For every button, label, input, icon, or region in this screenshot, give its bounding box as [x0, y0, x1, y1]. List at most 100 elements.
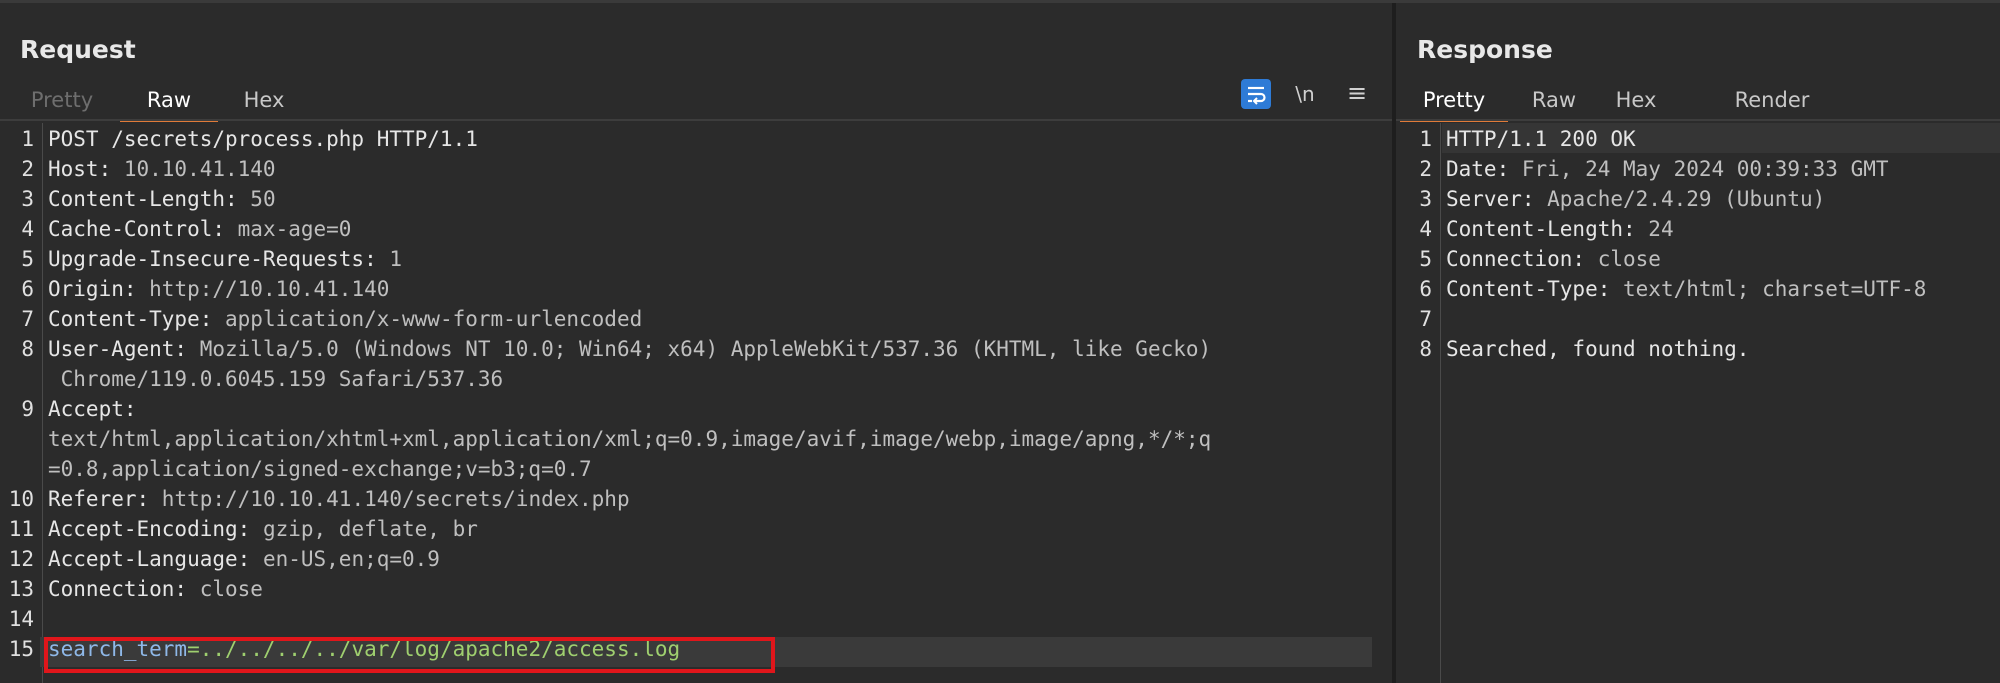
code-line: 12 Accept-Language: en-US,en;q=0.9 [0, 544, 1392, 574]
header-name: User-Agent: [48, 337, 188, 361]
tab-render[interactable]: Render [1730, 81, 1814, 119]
header-name: Connection: [1446, 247, 1586, 271]
response-title: Response [1417, 35, 1553, 64]
header-name: HTTP/1.1 200 OK [1446, 127, 1636, 151]
tab-hex[interactable]: Hex [234, 81, 294, 119]
line-number: 2 [21, 157, 34, 181]
header-value: close [1585, 247, 1661, 271]
line-number: 6 [21, 277, 34, 301]
header-name: Searched, found nothing. [1446, 337, 1750, 361]
request-title: Request [20, 35, 136, 64]
line-content: HTTP/1.1 200 OK [1446, 124, 1636, 154]
code-line: 6 Content-Type: text/html; charset=UTF-8 [1396, 274, 2000, 304]
line-number: 7 [1419, 307, 1432, 331]
code-line: 1 POST /secrets/process.php HTTP/1.1 [0, 124, 1392, 154]
tab-pretty[interactable]: Pretty [1400, 81, 1508, 122]
code-line: 4 Content-Length: 24 [1396, 214, 2000, 244]
line-number: 9 [21, 397, 34, 421]
code-line: 2 Date: Fri, 24 May 2024 00:39:33 GMT [1396, 154, 2000, 184]
code-line: 6 Origin: http://10.10.41.140 [0, 274, 1392, 304]
header-value: close [187, 577, 263, 601]
line-number: 11 [8, 517, 34, 541]
line-number: 15 [8, 637, 34, 661]
header-value: 1 [376, 247, 403, 271]
hamburger-menu-icon[interactable]: ≡ [1342, 79, 1372, 109]
header-value: application/x-www-form-urlencoded [212, 307, 643, 331]
line-content: Server: Apache/2.4.29 (Ubuntu) [1446, 184, 1825, 214]
code-line: 2 Host: 10.10.41.140 [0, 154, 1392, 184]
header-value: =0.8,application/signed-exchange;v=b3;q=… [48, 457, 592, 481]
header-value: Chrome/119.0.6045.159 Safari/537.36 [48, 367, 504, 391]
header-value: Apache/2.4.29 (Ubuntu) [1534, 187, 1826, 211]
line-number: 3 [21, 187, 34, 211]
line-content: =0.8,application/signed-exchange;v=b3;q=… [48, 454, 592, 484]
request-editor[interactable]: 1 POST /secrets/process.php HTTP/1.1 2 Host… [0, 123, 1392, 683]
code-line: 4 Cache-Control: max-age=0 [0, 214, 1392, 244]
header-name: Cache-Control: [48, 217, 226, 241]
code-line: 1 HTTP/1.1 200 OK [1396, 124, 2000, 154]
line-content: Accept-Encoding: gzip, deflate, br [48, 514, 478, 544]
code-line: 8 User-Agent: Mozilla/5.0 (Windows NT 10.… [0, 334, 1392, 364]
code-line: 3 Content-Length: 50 [0, 184, 1392, 214]
header-name: Origin: [48, 277, 137, 301]
request-tab-divider [0, 119, 1392, 121]
response-tab-divider [1396, 119, 2000, 121]
line-content: Content-Length: 50 [48, 184, 276, 214]
code-line: =0.8,application/signed-exchange;v=b3;q=… [0, 454, 1392, 484]
line-number: 6 [1419, 277, 1432, 301]
header-value: max-age=0 [225, 217, 352, 241]
tab-raw[interactable]: Raw [120, 81, 218, 122]
code-line: 10 Referer: http://10.10.41.140/secrets/i… [0, 484, 1392, 514]
line-number: 5 [21, 247, 34, 271]
tab-raw[interactable]: Raw [1524, 81, 1584, 119]
code-line: 7 Content-Type: application/x-www-form-ur… [0, 304, 1392, 334]
tab-pretty[interactable]: Pretty [20, 81, 104, 119]
line-content: Cache-Control: max-age=0 [48, 214, 351, 244]
line-content: Host: 10.10.41.140 [48, 154, 276, 184]
line-content: Content-Type: text/html; charset=UTF-8 [1446, 274, 1926, 304]
line-number: 5 [1419, 247, 1432, 271]
line-number: 4 [1419, 217, 1432, 241]
header-value: 24 [1635, 217, 1674, 241]
line-number: 7 [21, 307, 34, 331]
wrap-lines-icon[interactable] [1241, 79, 1271, 109]
line-content: Date: Fri, 24 May 2024 00:39:33 GMT [1446, 154, 1889, 184]
code-line: 11 Accept-Encoding: gzip, deflate, br [0, 514, 1392, 544]
line-content: User-Agent: Mozilla/5.0 (Windows NT 10.0… [48, 334, 1211, 364]
line-number: 2 [1419, 157, 1432, 181]
line-content: POST /secrets/process.php HTTP/1.1 [48, 124, 478, 154]
line-content: Upgrade-Insecure-Requests: 1 [48, 244, 402, 274]
line-number: 10 [8, 487, 34, 511]
line-content: Connection: close [1446, 244, 1661, 274]
code-line: 5 Upgrade-Insecure-Requests: 1 [0, 244, 1392, 274]
response-editor[interactable]: 1 HTTP/1.1 200 OK 2 Date: Fri, 24 May 2024 … [1396, 123, 2000, 683]
response-tabs: Pretty Raw Hex Render [1396, 81, 2000, 122]
header-value: 10.10.41.140 [111, 157, 276, 181]
newline-toggle-button[interactable]: \n [1290, 79, 1320, 109]
code-line: 9 Accept: [0, 394, 1392, 424]
header-name: Accept-Encoding: [48, 517, 251, 541]
code-line: 14 [0, 604, 1392, 634]
header-name: Accept-Language: [48, 547, 251, 571]
header-value: text/html; charset=UTF-8 [1610, 277, 1927, 301]
header-name: Referer: [48, 487, 150, 511]
code-line: 5 Connection: close [1396, 244, 2000, 274]
header-name: Connection: [48, 577, 188, 601]
header-name: Upgrade-Insecure-Requests: [48, 247, 377, 271]
tab-hex[interactable]: Hex [1606, 81, 1666, 119]
line-content: Accept-Language: en-US,en;q=0.9 [48, 544, 440, 574]
line-number: 13 [8, 577, 34, 601]
line-content: Content-Length: 24 [1446, 214, 1674, 244]
header-value: http://10.10.41.140 [136, 277, 390, 301]
line-content: Accept: [48, 394, 137, 424]
line-content: text/html,application/xhtml+xml,applicat… [48, 424, 1211, 454]
code-line: Chrome/119.0.6045.159 Safari/537.36 [0, 364, 1392, 394]
highlight-box [44, 637, 775, 673]
line-content: Content-Type: application/x-www-form-url… [48, 304, 642, 334]
line-number: 1 [1419, 127, 1432, 151]
code-line: 7 [1396, 304, 2000, 334]
line-number: 8 [1419, 337, 1432, 361]
header-value: en-US,en;q=0.9 [250, 547, 440, 571]
header-value: http://10.10.41.140/secrets/index.php [149, 487, 630, 511]
header-value: 50 [237, 187, 276, 211]
